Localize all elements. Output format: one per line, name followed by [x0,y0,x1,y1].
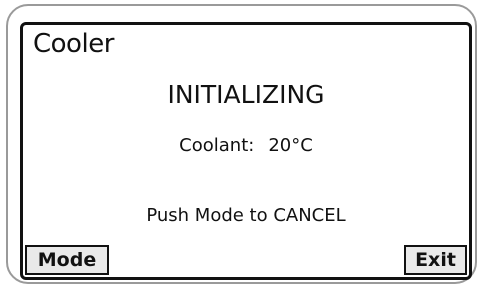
coolant-label: Coolant: [179,135,255,156]
status-text: INITIALIZING [167,80,325,109]
mode-button[interactable]: Mode [25,245,109,275]
exit-button[interactable]: Exit [404,245,467,275]
coolant-value: 20°C [268,135,313,156]
display-screen: Cooler INITIALIZING Coolant: 20°C Push Mo… [20,22,472,280]
instruction-text: Push Mode to CANCEL [146,205,346,226]
screen-title: Cooler [33,29,114,59]
coolant-readout: Coolant: 20°C [23,135,469,157]
